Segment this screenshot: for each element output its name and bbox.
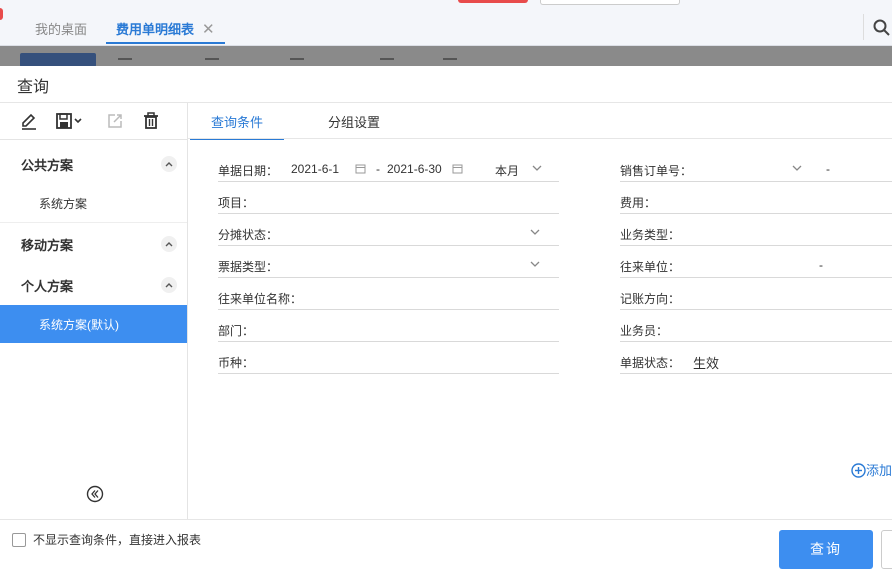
edit-icon[interactable] [19, 111, 39, 131]
divider [0, 519, 892, 520]
app-tabbar: 我的桌面 费用单明细表 ✕ [0, 0, 892, 46]
query-dialog: 查询 公共方案 系统方案 移动方案 个人方案 系统方案(默认) 查询条件 分组设… [0, 66, 892, 579]
search-icon[interactable] [872, 18, 892, 38]
field-doc-date: 单据日期： 2021-6-1 - 2021-6-30 本月 [218, 155, 559, 182]
plus-circle-icon [851, 463, 866, 478]
dialog-title: 查询 [17, 79, 50, 96]
top-red-button-edge[interactable] [458, 0, 528, 3]
field-label: 费用： [620, 196, 657, 210]
scheme-toolbar [0, 103, 187, 140]
save-icon[interactable] [55, 111, 85, 131]
chevron-down-icon[interactable] [530, 259, 540, 269]
field-label: 部门： [218, 324, 255, 338]
field-label: 项目： [218, 196, 255, 210]
field-label: 币种： [218, 356, 255, 370]
divider [188, 138, 892, 139]
field-allocation-status[interactable]: 分摊状态： [218, 219, 559, 246]
field-currency[interactable]: 币种： [218, 347, 559, 374]
close-icon[interactable]: ✕ [202, 21, 215, 38]
date-separator: - [376, 162, 380, 176]
query-button[interactable]: 查询 [779, 530, 873, 569]
field-project[interactable]: 项目： [218, 187, 559, 214]
range-separator: - [826, 162, 830, 176]
field-doc-status[interactable]: 单据状态： 生效 [620, 347, 892, 374]
field-sales-order-no[interactable]: 销售订单号： - [620, 155, 892, 182]
calendar-icon[interactable] [452, 163, 463, 174]
top-input-edge[interactable] [540, 0, 680, 5]
field-partner[interactable]: 往来单位： - [620, 251, 892, 278]
scheme-item-system-default[interactable]: 系统方案(默认) [0, 305, 187, 343]
period-select[interactable]: 本月 [495, 162, 519, 179]
chevron-down-icon[interactable] [532, 163, 542, 173]
field-partner-name[interactable]: 往来单位名称： [218, 283, 559, 310]
section-label: 公共方案 [21, 158, 74, 173]
section-public-schemes[interactable]: 公共方案 [0, 143, 187, 183]
tab-desktop[interactable]: 我的桌面 [35, 20, 87, 42]
calendar-icon[interactable] [355, 163, 366, 174]
scheme-label: 系统方案 [39, 197, 88, 211]
field-label: 单据状态： [620, 356, 681, 370]
section-label: 个人方案 [21, 279, 74, 294]
divider [863, 14, 864, 40]
chevron-down-icon[interactable] [792, 163, 802, 173]
field-posting-direction[interactable]: 记账方向： [620, 283, 892, 310]
section-personal-schemes[interactable]: 个人方案 [0, 264, 187, 304]
tab-query-conditions[interactable]: 查询条件 [190, 112, 284, 140]
add-condition-label: 添加 [866, 463, 892, 478]
trash-icon[interactable] [141, 111, 161, 131]
field-label: 往来单位： [620, 260, 681, 274]
field-label: 单据日期： [218, 164, 279, 178]
field-expense[interactable]: 费用： [620, 187, 892, 214]
chevron-down-icon[interactable] [530, 227, 540, 237]
scheme-item-system[interactable]: 系统方案 [0, 184, 187, 222]
tab-expense-report-label: 费用单明细表 [116, 22, 195, 37]
field-salesperson[interactable]: 业务员： [620, 315, 892, 342]
end-date-input[interactable]: 2021-6-30 [387, 162, 442, 176]
field-label: 票据类型： [218, 260, 279, 274]
skip-conditions-checkbox[interactable] [12, 533, 26, 547]
field-label: 往来单位名称： [218, 292, 303, 306]
field-label: 业务类型： [620, 228, 681, 242]
field-department[interactable]: 部门： [218, 315, 559, 342]
scheme-sidebar: 公共方案 系统方案 移动方案 个人方案 系统方案(默认) [0, 103, 188, 519]
doc-status-value[interactable]: 生效 [693, 353, 719, 372]
collapse-sidebar-icon[interactable] [86, 485, 104, 503]
background-button [20, 53, 96, 67]
field-label: 业务员： [620, 324, 669, 338]
chevron-up-icon[interactable] [161, 277, 177, 293]
field-label: 销售订单号： [620, 164, 693, 178]
start-date-input[interactable]: 2021-6-1 [291, 162, 339, 176]
notification-marker [0, 8, 3, 20]
secondary-button[interactable] [881, 530, 892, 569]
skip-conditions-label: 不显示查询条件，直接进入报表 [33, 533, 202, 547]
scheme-label: 系统方案(默认) [39, 318, 119, 332]
field-label: 分摊状态： [218, 228, 279, 242]
add-condition-link[interactable]: 添加 [851, 460, 892, 479]
chevron-up-icon[interactable] [161, 236, 177, 252]
section-mobile-schemes[interactable]: 移动方案 [0, 223, 187, 263]
field-business-type[interactable]: 业务类型： [620, 219, 892, 246]
section-label: 移动方案 [21, 238, 74, 253]
chevron-up-icon[interactable] [161, 156, 177, 172]
field-label: 记账方向： [620, 292, 681, 306]
range-separator: - [819, 258, 823, 272]
export-icon[interactable] [105, 111, 125, 131]
tab-expense-report[interactable]: 费用单明细表 ✕ [106, 20, 225, 44]
tab-group-settings[interactable]: 分组设置 [328, 112, 380, 138]
field-bill-type[interactable]: 票据类型： [218, 251, 559, 278]
